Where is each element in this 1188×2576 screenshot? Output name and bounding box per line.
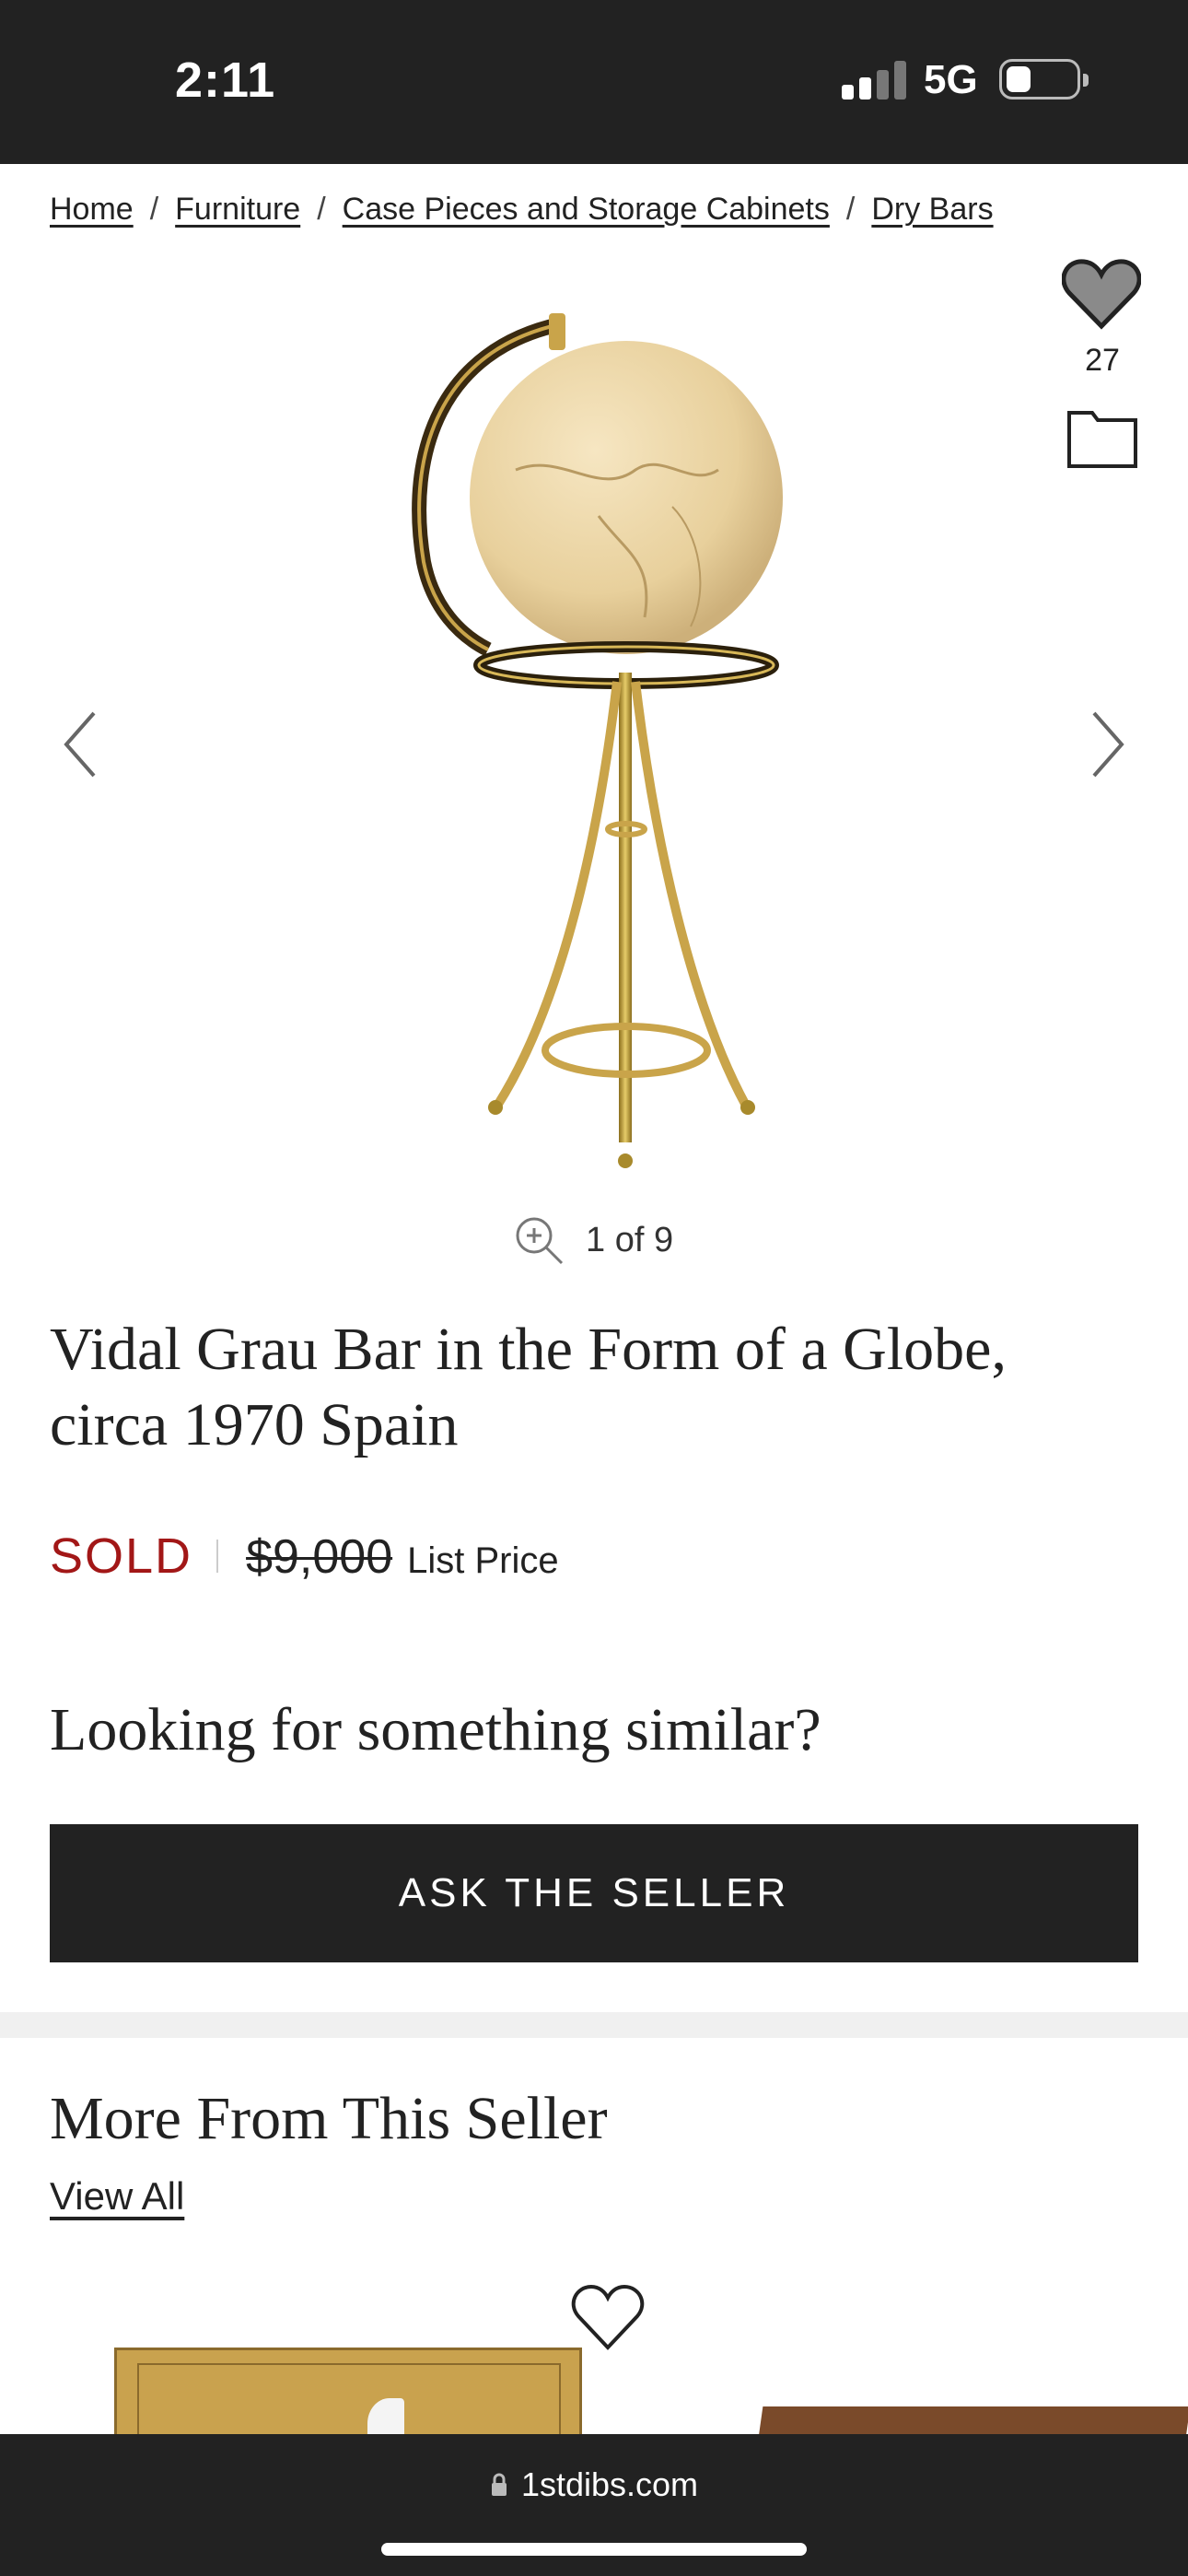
seller-heading: More From This Seller: [50, 2085, 608, 2152]
status-badge: SOLD: [50, 1528, 193, 1584]
status-bar: 2:11 5G: [0, 0, 1188, 164]
view-all-link[interactable]: View All: [50, 2174, 184, 2219]
lock-icon: [491, 2473, 507, 2496]
list-price-label: List Price: [407, 1540, 559, 1581]
status-time: 2:11: [175, 53, 276, 108]
zoom-icon[interactable]: [512, 1213, 565, 1267]
heart-icon[interactable]: [1062, 258, 1141, 330]
similar-heading: Looking for something similar?: [50, 1696, 821, 1763]
url-bar[interactable]: 1stdibs.com: [0, 2465, 1188, 2504]
folder-icon[interactable]: [1066, 407, 1138, 470]
battery-icon: [999, 59, 1089, 100]
image-counter: 1 of 9: [586, 1220, 674, 1259]
breadcrumb-case-pieces[interactable]: Case Pieces and Storage Cabinets: [343, 192, 830, 227]
image-counter-row: 1 of 9: [512, 1212, 673, 1268]
signal-icon: [842, 61, 906, 100]
price-row: SOLD $9,000 List Price: [50, 1528, 559, 1585]
breadcrumb-separator: /: [845, 192, 856, 227]
breadcrumb-separator: /: [149, 192, 159, 227]
home-indicator[interactable]: [381, 2543, 807, 2556]
breadcrumb-furniture[interactable]: Furniture: [175, 192, 300, 227]
section-divider: [0, 2012, 1188, 2038]
divider: [216, 1540, 219, 1573]
product-title: Vidal Grau Bar in the Form of a Globe, c…: [50, 1316, 1007, 1458]
heart-icon[interactable]: [571, 2283, 645, 2351]
seller-item-image[interactable]: [114, 2348, 582, 2446]
breadcrumb: Home / Furniture / Case Pieces and Storage C…: [50, 192, 994, 228]
breadcrumb-separator: /: [317, 192, 326, 227]
list-price-value: $9,000: [246, 1530, 393, 1584]
chevron-right-icon[interactable]: [1079, 708, 1135, 781]
product-image[interactable]: [322, 286, 801, 1188]
breadcrumb-dry-bars[interactable]: Dry Bars: [871, 192, 993, 227]
breadcrumb-home[interactable]: Home: [50, 192, 134, 227]
ask-seller-button[interactable]: ASK THE SELLER: [50, 1824, 1138, 1962]
chevron-left-icon[interactable]: [53, 708, 109, 781]
url-text: 1stdibs.com: [520, 2465, 699, 2503]
favorites-count: 27: [1085, 343, 1120, 378]
network-label: 5G: [924, 57, 978, 102]
seller-item-image[interactable]: [758, 2406, 1188, 2438]
